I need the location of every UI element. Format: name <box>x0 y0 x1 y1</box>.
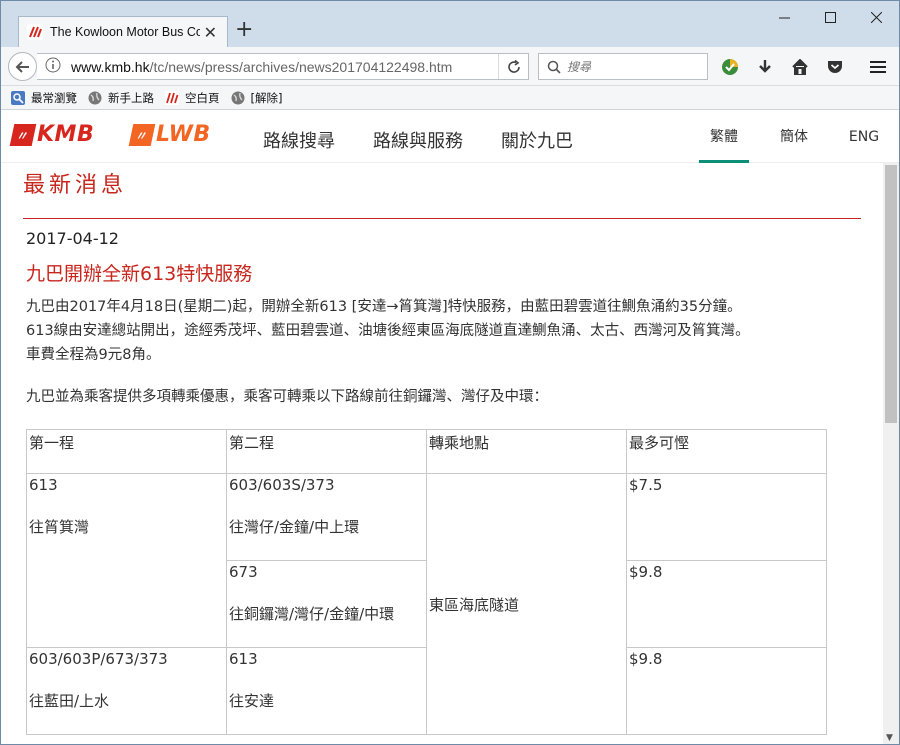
search-input[interactable] <box>567 59 697 74</box>
vertical-scrollbar[interactable]: ▼ <box>883 163 899 744</box>
paragraph-line: 613線由安達總站開出，途經秀茂坪、藍田碧雲道、油塘後經東區海底隧道直達鰂魚涌、… <box>26 323 750 339</box>
paragraph-line: 車費全程為9元8角。 <box>26 347 161 363</box>
first-leg-cell: 603/603P/673/373 往藍田/上水 <box>26 647 227 735</box>
header-interchange: 轉乘地點 <box>426 429 627 474</box>
kmb-logo-text: KMB <box>37 122 95 147</box>
tab-title: The Kowloon Motor Bus Co <box>50 25 200 39</box>
saving-cell: $7.5 <box>626 473 827 561</box>
route-destination: 往藍田/上水 <box>29 692 110 710</box>
globe-icon <box>88 91 102 105</box>
url-path: /tc/news/press/archives/news201704122498… <box>149 58 453 75</box>
reload-icon[interactable] <box>498 54 528 79</box>
url-text[interactable]: www.kmb.hk/tc/news/press/archives/news20… <box>71 59 471 75</box>
minimize-icon[interactable] <box>761 5 807 29</box>
main-nav: 路線搜尋 路線與服務 關於九巴 <box>263 127 611 153</box>
back-arrow-icon <box>15 60 29 73</box>
nav-about-kmb[interactable]: 關於九巴 <box>501 127 573 153</box>
bookmark-unlock[interactable]: [解除] <box>231 90 283 106</box>
header-second-leg: 第二程 <box>226 429 427 474</box>
pocket-icon[interactable] <box>824 56 846 78</box>
first-leg-cell: 613 往筲箕灣 <box>26 473 227 648</box>
search-box[interactable] <box>538 53 708 80</box>
article-date: 2017-04-12 <box>26 229 119 248</box>
second-leg-cell: 613 往安達 <box>226 647 427 735</box>
article-paragraph-2: 九巴並為乘客提供多項轉乘優惠，乘客可轉乘以下路線前往銅鑼灣、灣仔及中環： <box>26 389 548 405</box>
search-icon <box>547 60 561 74</box>
bookmark-label: [解除] <box>250 90 283 105</box>
lwb-logo[interactable]: 〃 LWB <box>128 122 211 147</box>
lang-english[interactable]: ENG <box>839 111 889 163</box>
route-number: 603/603S/373 <box>229 476 335 494</box>
home-icon[interactable] <box>789 56 811 78</box>
lang-simplified[interactable]: 簡体 <box>769 111 819 163</box>
bookmark-most-visited[interactable]: 最常瀏覽 <box>11 90 77 106</box>
menu-icon[interactable] <box>867 56 889 78</box>
lang-traditional[interactable]: 繁體 <box>699 111 749 163</box>
bookmark-getting-started[interactable]: 新手上路 <box>88 90 154 106</box>
article-paragraph-1: 九巴由2017年4月18日(星期二)起，開辦全新613 [安達→筲箕灣]特快服務… <box>26 295 750 367</box>
maximize-icon[interactable] <box>807 5 853 29</box>
site-header: 〃 KMB 〃 LWB 路線搜尋 路線與服務 關於九巴 繁體 簡体 ENG <box>1 111 899 163</box>
scrollbar-thumb[interactable] <box>885 165 897 423</box>
tab-bar: The Kowloon Motor Bus Co ✕ + <box>1 1 899 47</box>
new-tab-icon[interactable]: + <box>235 19 253 41</box>
page-content: 最新消息 2017-04-12 九巴開辦全新613特快服務 九巴由2017年4月… <box>1 163 883 744</box>
table-row: 613 往筲箕灣 603/603S/373 往灣仔/金鐘/中上環 東區海底隧道 … <box>26 473 827 735</box>
bookmark-blank-page[interactable]: 空白頁 <box>165 90 220 106</box>
lwb-logo-text: LWB <box>156 122 211 147</box>
header-max-saving: 最多可慳 <box>626 429 827 474</box>
route-destination: 往灣仔/金鐘/中上環 <box>229 518 360 536</box>
route-destination: 往筲箕灣 <box>29 518 90 536</box>
saving-cell: $9.8 <box>626 647 827 735</box>
table-header-row: 第一程 第二程 轉乘地點 最多可慳 <box>26 429 827 474</box>
route-destination: 往安達 <box>229 692 275 710</box>
route-number: 613 <box>29 476 58 494</box>
most-visited-icon <box>11 90 25 105</box>
download-icon[interactable] <box>754 56 776 78</box>
nav-bar: www.kmb.hk/tc/news/press/archives/news20… <box>1 47 899 86</box>
title-divider <box>23 218 861 219</box>
browser-window: The Kowloon Motor Bus Co ✕ + www.kmb.hk/… <box>0 0 900 745</box>
nav-routes-services[interactable]: 路線與服務 <box>373 127 463 153</box>
route-destination: 往銅鑼灣/灣仔/金鐘/中環 <box>229 605 395 623</box>
page-title: 最新消息 <box>23 173 128 198</box>
url-bar[interactable]: www.kmb.hk/tc/news/press/archives/news20… <box>37 53 529 80</box>
site-info-icon[interactable] <box>43 57 63 77</box>
url-host: www.kmb.hk <box>71 58 150 75</box>
back-button[interactable] <box>8 52 37 81</box>
tab-close-icon[interactable]: ✕ <box>204 23 217 42</box>
language-nav: 繁體 簡体 ENG <box>679 111 889 163</box>
lwb-logo-mark-icon: 〃 <box>128 123 156 146</box>
bookmark-label: 新手上路 <box>108 90 154 105</box>
saving-cell: $9.8 <box>626 560 827 648</box>
kmb-bookmark-icon <box>165 90 179 105</box>
header-first-leg: 第一程 <box>26 429 227 474</box>
bookmark-label: 空白頁 <box>185 90 220 105</box>
route-number: 613 <box>229 650 258 668</box>
kmb-favicon-icon <box>27 24 43 40</box>
extension-icon[interactable] <box>719 56 741 78</box>
scroll-down-arrow-icon[interactable]: ▼ <box>886 733 893 743</box>
bookmark-label: 最常瀏覽 <box>31 90 77 105</box>
kmb-logo[interactable]: 〃 KMB <box>9 122 95 147</box>
interchange-cell: 東區海底隧道 <box>426 473 627 735</box>
article-headline: 九巴開辦全新613特快服務 <box>26 263 253 285</box>
window-close-icon[interactable] <box>853 5 899 29</box>
tab-kmb[interactable]: The Kowloon Motor Bus Co ✕ <box>18 16 228 47</box>
route-number: 673 <box>229 563 258 581</box>
second-leg-cell: 673 往銅鑼灣/灣仔/金鐘/中環 <box>226 560 427 648</box>
nav-route-search[interactable]: 路線搜尋 <box>263 127 335 153</box>
bookmarks-bar: 最常瀏覽 新手上路 空白頁 [解除] <box>1 86 899 110</box>
transfer-table: 第一程 第二程 轉乘地點 最多可慳 613 往筲箕灣 603/603S/373 … <box>26 429 827 735</box>
paragraph-line: 九巴由2017年4月18日(星期二)起，開辦全新613 [安達→筲箕灣]特快服務… <box>26 299 742 315</box>
globe-icon <box>231 91 245 105</box>
second-leg-cell: 603/603S/373 往灣仔/金鐘/中上環 <box>226 473 427 561</box>
kmb-logo-mark-icon: 〃 <box>9 123 37 146</box>
route-number: 603/603P/673/373 <box>29 650 168 668</box>
